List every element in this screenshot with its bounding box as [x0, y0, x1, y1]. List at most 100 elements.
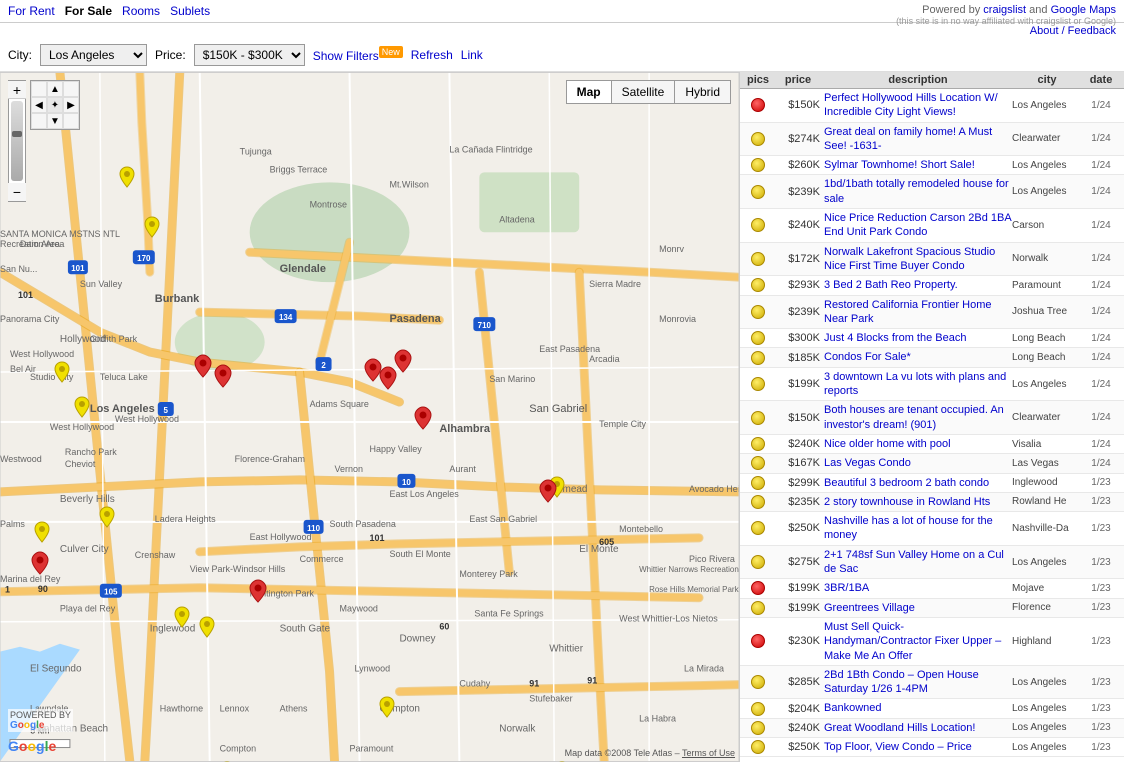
- pan-s-btn[interactable]: ▼: [47, 113, 63, 129]
- listing-link[interactable]: Beautiful 3 bedroom 2 bath condo: [824, 477, 989, 489]
- map-type-hybrid-btn[interactable]: Hybrid: [675, 81, 730, 103]
- listing-link[interactable]: 3 downtown La vu lots with plans and rep…: [824, 371, 1006, 397]
- listing-link[interactable]: Greentrees Village: [824, 602, 915, 614]
- svg-text:East Hollywood: East Hollywood: [250, 532, 312, 542]
- listing-desc[interactable]: Norwalk Lakefront Spacious Studio Nice F…: [824, 245, 1012, 274]
- listing-link[interactable]: Restored California Frontier Home Near P…: [824, 299, 992, 325]
- zoom-in-btn[interactable]: +: [8, 81, 26, 99]
- for-sale-link[interactable]: For Sale: [65, 4, 112, 18]
- listing-link[interactable]: Just 4 Blocks from the Beach: [824, 332, 966, 344]
- listing-desc[interactable]: 3 Bed 2 Bath Reo Property.: [824, 278, 1012, 292]
- about-feedback-link[interactable]: About / Feedback: [1030, 25, 1116, 37]
- price-select[interactable]: $150K - $300K $100K - $150K $300K - $500…: [194, 44, 305, 66]
- listing-link[interactable]: Condos For Sale*: [824, 351, 911, 363]
- city-select[interactable]: Los Angeles San Francisco New York Chica…: [40, 44, 147, 66]
- listing-city: Paramount: [1012, 280, 1082, 291]
- right-panel: pics price description city date $150K P…: [740, 72, 1124, 762]
- listing-desc[interactable]: 3 downtown La vu lots with plans and rep…: [824, 370, 1012, 399]
- map-type-satellite-btn[interactable]: Satellite: [612, 81, 676, 103]
- listing-pic-cell: [744, 331, 772, 345]
- city-label: City:: [8, 48, 32, 62]
- listing-link[interactable]: Nice Price Reduction Carson 2Bd 1BA End …: [824, 212, 1011, 238]
- listing-desc[interactable]: 2 story townhouse in Rowland Hts: [824, 495, 1012, 509]
- pan-nw-btn[interactable]: [31, 81, 47, 97]
- listing-link[interactable]: Great Woodland Hills Location!: [824, 722, 975, 734]
- listing-desc[interactable]: Great deal on family home! A Must See! -…: [824, 125, 1012, 154]
- pan-n-btn[interactable]: ▲: [47, 81, 63, 97]
- pan-se-btn[interactable]: [63, 113, 79, 129]
- listing-desc[interactable]: Greentrees Village: [824, 601, 1012, 615]
- listing-link[interactable]: Must Sell Quick- Handyman/Contractor Fix…: [824, 621, 1001, 662]
- listing-desc[interactable]: Nice Price Reduction Carson 2Bd 1BA End …: [824, 211, 1012, 240]
- listing-desc[interactable]: Las Vegas Condo: [824, 456, 1012, 470]
- listing-desc[interactable]: Both houses are tenant occupied. An inve…: [824, 403, 1012, 432]
- link-link[interactable]: Link: [461, 48, 483, 62]
- listing-link[interactable]: Both houses are tenant occupied. An inve…: [824, 404, 1004, 430]
- listing-dot: [751, 521, 765, 535]
- listing-desc[interactable]: Top Floor, View Condo – Price: [824, 740, 1012, 754]
- listing-row: $275K 2+1 748sf Sun Valley Home on a Cul…: [740, 546, 1124, 580]
- listing-link[interactable]: Las Vegas Condo: [824, 457, 911, 469]
- listing-city: Los Angeles: [1012, 160, 1082, 171]
- zoom-slider[interactable]: [11, 101, 23, 181]
- listing-pic-cell: [744, 740, 772, 754]
- listing-pic-cell: [744, 634, 772, 648]
- refresh-link[interactable]: Refresh: [411, 48, 453, 62]
- listing-row: $240K Great Woodland Hills Location! Los…: [740, 719, 1124, 738]
- pan-e-btn[interactable]: ▶: [63, 97, 79, 113]
- map-area[interactable]: Burbank Los Angeles Hollywood Glendale P…: [0, 72, 740, 762]
- listing-pic-cell: [744, 158, 772, 172]
- craigslist-link[interactable]: craigslist: [983, 4, 1026, 16]
- listing-link[interactable]: Nashville has a lot of house for the mon…: [824, 515, 993, 541]
- listings-body[interactable]: $150K Perfect Hollywood Hills Location W…: [740, 89, 1124, 762]
- listing-desc[interactable]: Great Woodland Hills Location!: [824, 721, 1012, 735]
- listing-desc[interactable]: Bankowned: [824, 701, 1012, 715]
- pan-ne-btn[interactable]: [63, 81, 79, 97]
- pan-w-btn[interactable]: ◀: [31, 97, 47, 113]
- listing-link[interactable]: Sylmar Townhome! Short Sale!: [824, 159, 975, 171]
- listing-desc[interactable]: 3BR/1BA: [824, 581, 1012, 595]
- listing-desc[interactable]: Nice older home with pool: [824, 437, 1012, 451]
- listing-desc[interactable]: 2+1 748sf Sun Valley Home on a Cul de Sa…: [824, 548, 1012, 577]
- listing-row: $293K 3 Bed 2 Bath Reo Property. Paramou…: [740, 276, 1124, 295]
- powered-by-google: POWERED BYGoogle: [8, 709, 73, 732]
- listing-link[interactable]: 2Bd 1Bth Condo – Open House Saturday 1/2…: [824, 669, 979, 695]
- svg-text:Alhambra: Alhambra: [439, 423, 490, 435]
- listing-desc[interactable]: Sylmar Townhome! Short Sale!: [824, 158, 1012, 172]
- pan-center-btn[interactable]: ✦: [47, 97, 63, 113]
- listing-desc[interactable]: Nashville has a lot of house for the mon…: [824, 514, 1012, 543]
- listing-desc[interactable]: 1bd/1bath totally remodeled house for sa…: [824, 177, 1012, 206]
- listing-row: $150K Both houses are tenant occupied. A…: [740, 401, 1124, 435]
- listing-link[interactable]: 3 Bed 2 Bath Reo Property.: [824, 279, 958, 291]
- listing-desc[interactable]: Beautiful 3 bedroom 2 bath condo: [824, 476, 1012, 490]
- listing-link[interactable]: 2 story townhouse in Rowland Hts: [824, 496, 990, 508]
- listing-link[interactable]: 1bd/1bath totally remodeled house for sa…: [824, 178, 1009, 204]
- listing-link[interactable]: 2+1 748sf Sun Valley Home on a Cul de Sa…: [824, 549, 1004, 575]
- listing-date: 1/23: [1082, 742, 1120, 753]
- svg-text:Rose Hills Memorial Park: Rose Hills Memorial Park: [649, 585, 738, 594]
- listing-link[interactable]: Great deal on family home! A Must See! -…: [824, 126, 992, 152]
- listing-link[interactable]: Perfect Hollywood Hills Location W/ Incr…: [824, 92, 998, 118]
- listing-desc[interactable]: Just 4 Blocks from the Beach: [824, 331, 1012, 345]
- zoom-out-btn[interactable]: −: [8, 183, 26, 201]
- listing-desc[interactable]: 2Bd 1Bth Condo – Open House Saturday 1/2…: [824, 668, 1012, 697]
- listing-link[interactable]: Bankowned: [824, 702, 882, 714]
- listing-desc[interactable]: Restored California Frontier Home Near P…: [824, 298, 1012, 327]
- listing-dot: [751, 437, 765, 451]
- svg-text:Pico Rivera: Pico Rivera: [689, 554, 735, 564]
- listing-link[interactable]: 3BR/1BA: [824, 582, 869, 594]
- listing-link[interactable]: Norwalk Lakefront Spacious Studio Nice F…: [824, 246, 995, 272]
- rooms-link[interactable]: Rooms: [122, 4, 160, 18]
- google-maps-link[interactable]: Google Maps: [1051, 4, 1116, 16]
- listing-price: $172K: [772, 253, 824, 265]
- listing-link[interactable]: Top Floor, View Condo – Price: [824, 741, 972, 753]
- map-type-map-btn[interactable]: Map: [567, 81, 612, 103]
- show-filters-link[interactable]: Show FiltersNew: [313, 47, 403, 63]
- listing-desc[interactable]: Perfect Hollywood Hills Location W/ Incr…: [824, 91, 1012, 120]
- for-rent-link[interactable]: For Rent: [8, 4, 55, 18]
- listing-desc[interactable]: Condos For Sale*: [824, 350, 1012, 364]
- sublets-link[interactable]: Sublets: [170, 4, 210, 18]
- listing-link[interactable]: Nice older home with pool: [824, 438, 951, 450]
- listing-desc[interactable]: Must Sell Quick- Handyman/Contractor Fix…: [824, 620, 1012, 663]
- pan-sw-btn[interactable]: [31, 113, 47, 129]
